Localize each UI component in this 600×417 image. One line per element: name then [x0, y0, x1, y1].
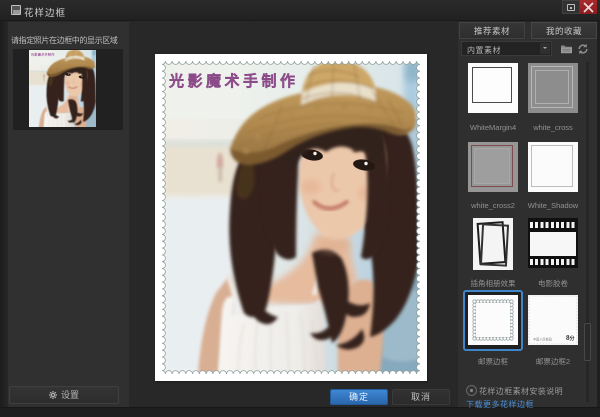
svg-text:中国人民邮政: 中国人民邮政 [533, 337, 553, 342]
svg-text:光影魔术手制作: 光影魔术手制作 [30, 52, 55, 57]
svg-text:光影魔术手制作: 光影魔术手制作 [168, 72, 299, 90]
